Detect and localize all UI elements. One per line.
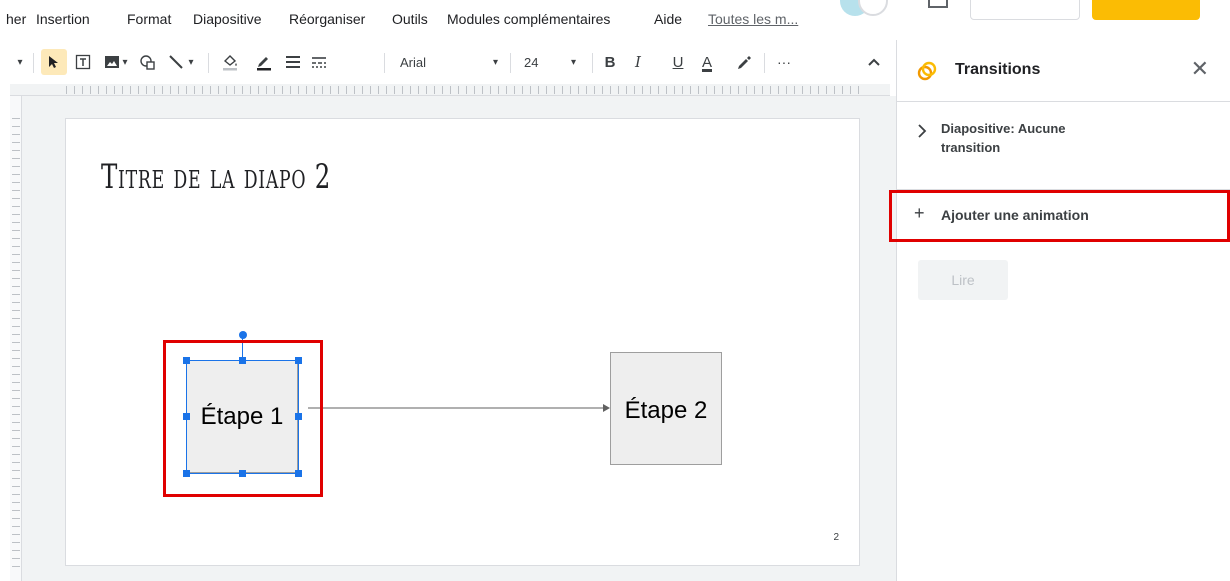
- menu-insertion[interactable]: Insertion: [36, 11, 90, 27]
- menu-reorganiser[interactable]: Réorganiser: [289, 11, 365, 27]
- shape-etape-2[interactable]: Étape 2: [610, 352, 722, 465]
- transitions-icon: [917, 61, 937, 81]
- font-family-value: Arial: [400, 54, 427, 70]
- fill-color-icon[interactable]: [217, 49, 243, 75]
- transition-label: Diapositive: Aucune transition: [941, 121, 1066, 155]
- toolbar: ▾ ▾ ▾ Arial ▾ 24 ▾ B I U A ···: [0, 45, 890, 79]
- chevron-down-icon: ▾: [492, 56, 498, 68]
- font-size-value: 24: [524, 54, 539, 70]
- font-family-select[interactable]: Arial ▾: [394, 49, 504, 75]
- last-edit-link[interactable]: Toutes les m...: [708, 11, 798, 27]
- chevron-down-icon: ▾: [570, 56, 576, 68]
- panel-header: Transitions ✕: [897, 40, 1230, 102]
- vertical-ruler: [10, 96, 22, 581]
- text-color-button[interactable]: A: [696, 49, 718, 75]
- zoom-dropdown-icon[interactable]: ▾: [14, 49, 26, 75]
- rotation-handle[interactable]: [239, 331, 247, 339]
- italic-button[interactable]: I: [628, 49, 648, 75]
- transitions-panel: Transitions ✕ Diapositive: Aucune transi…: [896, 40, 1230, 581]
- share-button[interactable]: [1092, 0, 1200, 20]
- header-actions: [830, 0, 1230, 22]
- toolbar-divider: [208, 53, 209, 73]
- font-size-select[interactable]: 24 ▾: [518, 49, 582, 75]
- select-cursor-icon[interactable]: [41, 49, 67, 75]
- border-weight-icon[interactable]: [282, 49, 304, 75]
- toolbar-divider: [384, 53, 385, 73]
- slide-number: 2: [833, 532, 839, 543]
- toolbar-divider: [510, 53, 511, 73]
- menu-modules[interactable]: Modules complémentaires: [447, 11, 610, 27]
- toolbar-divider: [764, 53, 765, 73]
- slide-title[interactable]: Titre de la diapo 2: [101, 157, 331, 197]
- menu-fichier[interactable]: her: [6, 11, 26, 27]
- toolbar-divider: [33, 53, 34, 73]
- line-icon[interactable]: ▾: [163, 49, 199, 75]
- text-box-icon[interactable]: [71, 49, 95, 75]
- highlight-pen-icon[interactable]: [734, 49, 754, 75]
- close-icon[interactable]: ✕: [1191, 56, 1209, 82]
- connector-arrow[interactable]: [300, 400, 612, 416]
- more-options-button[interactable]: ···: [772, 49, 796, 75]
- bold-button[interactable]: B: [600, 49, 620, 75]
- toolbar-divider: [592, 53, 593, 73]
- underline-button[interactable]: U: [668, 49, 688, 75]
- present-button[interactable]: [970, 0, 1080, 20]
- menu-diapositive[interactable]: Diapositive: [193, 11, 261, 27]
- border-color-icon[interactable]: [251, 49, 277, 75]
- image-icon[interactable]: ▾: [99, 49, 133, 75]
- menu-format[interactable]: Format: [127, 11, 171, 27]
- highlight-box-animation: [889, 190, 1230, 242]
- highlight-box-shape: [163, 340, 323, 497]
- horizontal-ruler: [10, 84, 890, 96]
- panel-title: Transitions: [955, 61, 1041, 78]
- menu-bar: her Insertion Format Diapositive Réorgan…: [0, 0, 1230, 40]
- menu-aide[interactable]: Aide: [654, 11, 682, 27]
- slide-transition-row[interactable]: Diapositive: Aucune transition: [897, 102, 1230, 190]
- shape-icon[interactable]: [137, 49, 159, 75]
- border-dash-icon[interactable]: [308, 49, 330, 75]
- collapse-toolbar-icon[interactable]: [864, 49, 884, 75]
- shape-etape-2-text: Étape 2: [624, 397, 708, 424]
- comments-icon[interactable]: [928, 0, 948, 8]
- menu-outils[interactable]: Outils: [392, 11, 428, 27]
- chevron-right-icon: [918, 124, 927, 138]
- play-button[interactable]: Lire: [918, 260, 1008, 300]
